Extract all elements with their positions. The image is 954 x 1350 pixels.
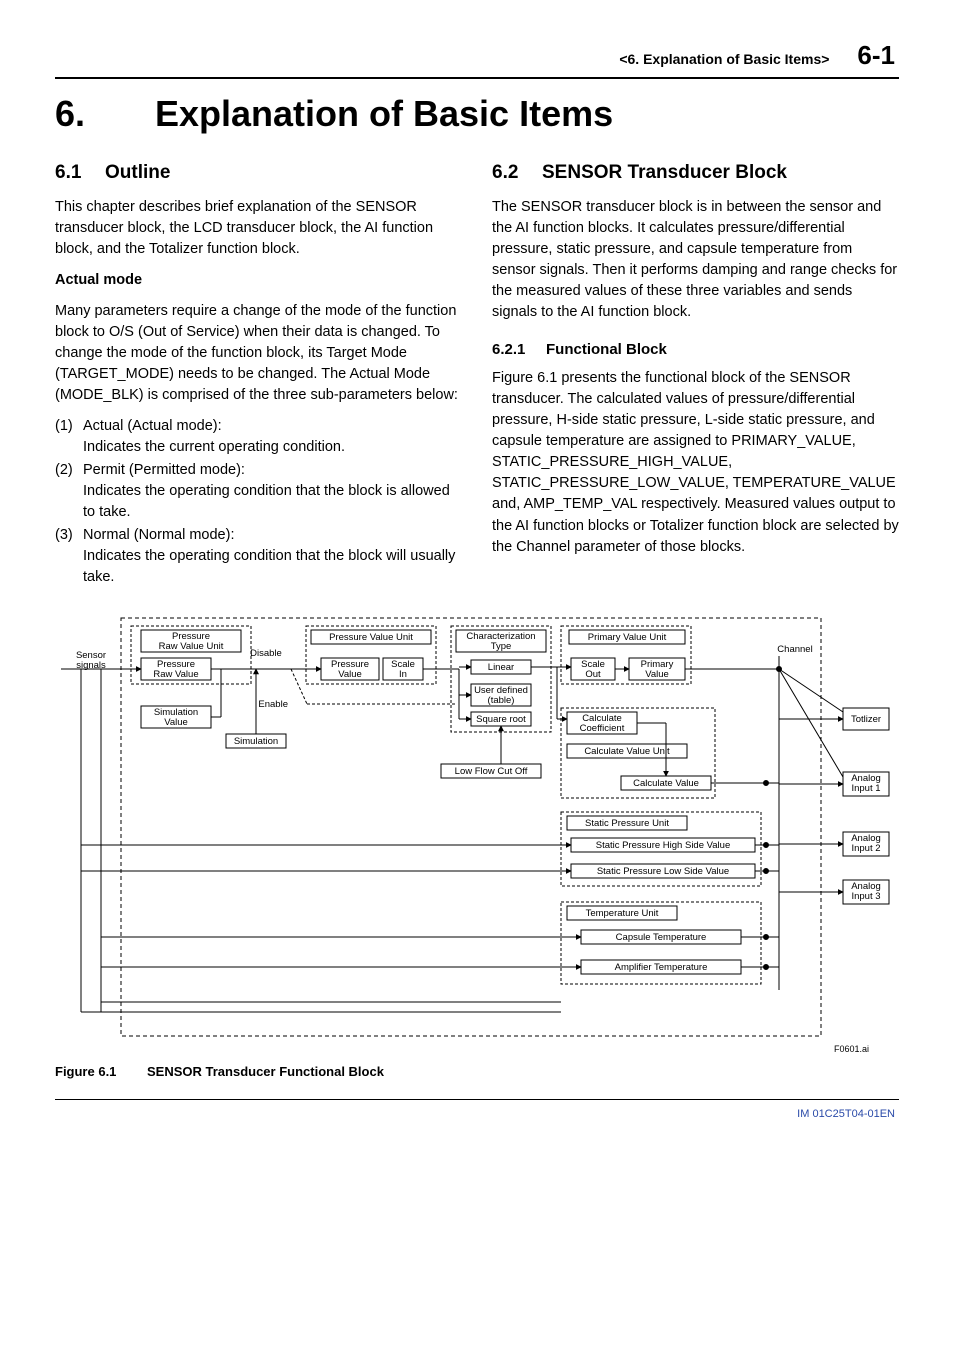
svg-text:PrimaryValue: PrimaryValue (641, 659, 674, 680)
svg-text:Pressure Value Unit: Pressure Value Unit (329, 632, 413, 643)
svg-text:CalculateCoefficient: CalculateCoefficient (580, 713, 625, 734)
page-number: 6-1 (857, 40, 895, 71)
svg-text:Enable: Enable (258, 699, 288, 710)
svg-text:AnalogInput 2: AnalogInput 2 (851, 833, 881, 854)
svg-text:Temperature Unit: Temperature Unit (586, 908, 659, 919)
actual-mode-desc: Many parameters require a change of the … (55, 301, 462, 406)
left-column: 6.1Outline This chapter describes brief … (55, 159, 462, 590)
svg-text:Calculate Value: Calculate Value (633, 778, 699, 789)
section-6-2-heading: 6.2SENSOR Transducer Block (492, 159, 899, 187)
list-item: (1) Actual (Actual mode):Indicates the c… (55, 416, 462, 458)
document-id: IM 01C25T04-01EN (55, 1108, 899, 1120)
page-title: 6.Explanation of Basic Items (55, 93, 899, 135)
header-rule (55, 77, 899, 79)
chapter-number: 6. (55, 93, 155, 135)
svg-text:Sensorsignals: Sensorsignals (76, 650, 106, 671)
section-6-1-heading: 6.1Outline (55, 159, 462, 187)
right-column: 6.2SENSOR Transducer Block The SENSOR tr… (492, 159, 899, 590)
functional-block-desc: Figure 6.1 presents the functional block… (492, 368, 899, 557)
actual-mode-heading: Actual mode (55, 270, 462, 291)
svg-text:Channel: Channel (777, 644, 812, 655)
svg-text:AnalogInput 1: AnalogInput 1 (851, 773, 881, 794)
list-item: (3) Normal (Normal mode):Indicates the o… (55, 525, 462, 588)
sensor-transducer-diagram: PressureRaw Value Unit PressureRaw Value… (55, 612, 899, 1054)
figure-caption: Figure 6.1SENSOR Transducer Functional B… (55, 1064, 899, 1079)
svg-text:Amplifier Temperature: Amplifier Temperature (615, 962, 708, 973)
svg-text:Low Flow Cut Off: Low Flow Cut Off (455, 766, 528, 777)
svg-text:Static Pressure Unit: Static Pressure Unit (585, 818, 669, 829)
svg-text:Linear: Linear (488, 662, 514, 673)
breadcrumb: <6. Explanation of Basic Items> (619, 51, 829, 67)
svg-text:PressureRaw Value: PressureRaw Value (153, 659, 198, 680)
sensor-block-intro: The SENSOR transducer block is in betwee… (492, 197, 899, 323)
svg-text:Capsule Temperature: Capsule Temperature (616, 932, 707, 943)
list-item: (2) Permit (Permitted mode):Indicates th… (55, 460, 462, 523)
svg-text:Square root: Square root (476, 714, 526, 725)
svg-text:Disable: Disable (250, 648, 282, 659)
chapter-title: Explanation of Basic Items (155, 93, 613, 134)
svg-text:Calculate Value Unit: Calculate Value Unit (584, 746, 670, 757)
footer-rule (55, 1099, 899, 1100)
section-6-2-1-heading: 6.2.1Functional Block (492, 339, 899, 361)
svg-text:Primary Value Unit: Primary Value Unit (588, 632, 667, 643)
svg-text:Totlizer: Totlizer (851, 714, 881, 725)
mode-list: (1) Actual (Actual mode):Indicates the c… (55, 416, 462, 588)
svg-text:Simulation: Simulation (234, 736, 278, 747)
svg-text:AnalogInput 3: AnalogInput 3 (851, 881, 881, 902)
svg-text:Static Pressure High Side Valu: Static Pressure High Side Value (596, 840, 730, 851)
outline-intro: This chapter describes brief explanation… (55, 197, 462, 260)
diagram-ref: F0601.ai (61, 1044, 899, 1054)
svg-text:Static Pressure Low Side Value: Static Pressure Low Side Value (597, 866, 729, 877)
